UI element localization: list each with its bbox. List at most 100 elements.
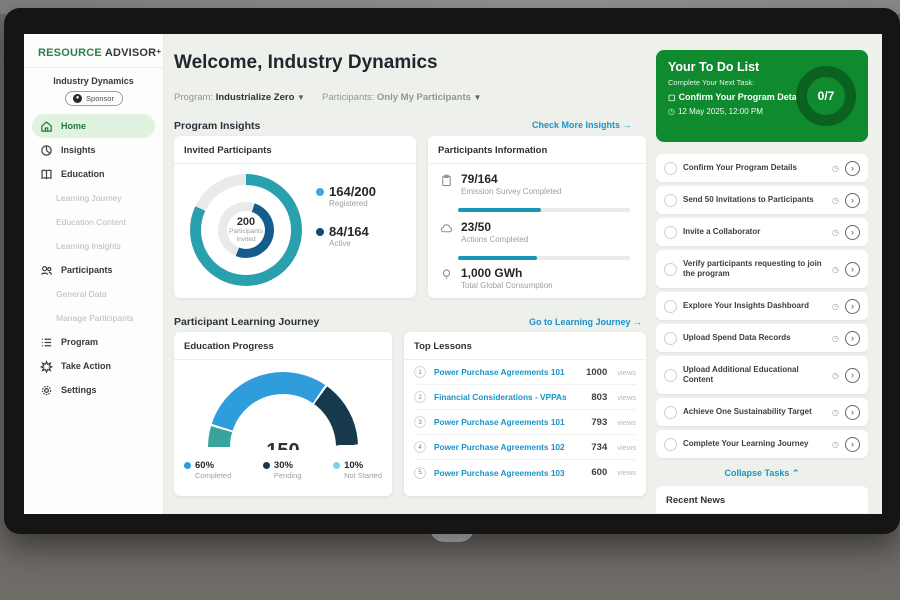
- logo-advisor: ADVISOR: [105, 47, 157, 59]
- chevron-right-icon[interactable]: ›: [845, 437, 860, 452]
- task-checkbox[interactable]: [664, 263, 677, 276]
- rank-badge: 1: [414, 366, 426, 378]
- sponsor-badge-label: Sponsor: [86, 94, 114, 103]
- chevron-right-icon[interactable]: ›: [845, 193, 860, 208]
- gauge-legend: 60% Completed 30% Pending 10% Not Starte…: [184, 460, 382, 480]
- task-item[interactable]: Upload Spend Data Records ◷ ›: [656, 324, 868, 352]
- sidebar-item-manage-participants[interactable]: Manage Participants: [24, 306, 163, 330]
- card-title: Top Lessons: [404, 332, 646, 360]
- task-checkbox[interactable]: [664, 300, 677, 313]
- task-item[interactable]: Explore Your Insights Dashboard ◷ ›: [656, 292, 868, 320]
- invited-donut-chart: 200 Participants Invited: [190, 174, 302, 286]
- list-icon: [40, 336, 53, 349]
- go-to-learning-journey-link[interactable]: Go to Learning Journey →: [529, 317, 642, 327]
- clock-icon: ◷: [832, 196, 839, 205]
- lesson-row[interactable]: 5 Power Purchase Agreements 103 600 view…: [414, 460, 636, 485]
- program-filter[interactable]: Program: Industrialize Zero ▼: [174, 92, 305, 103]
- sidebar-item-label: Settings: [61, 385, 97, 395]
- lesson-row[interactable]: 3 Power Purchase Agreements 101 793 view…: [414, 410, 636, 435]
- section-learning-journey: Participant Learning Journey: [174, 316, 319, 328]
- sidebar-item-settings[interactable]: Settings: [24, 378, 163, 402]
- clock-icon: ◷: [832, 408, 839, 417]
- sidebar-item-participants[interactable]: Participants: [24, 258, 163, 282]
- clock-icon: ◷: [832, 164, 839, 173]
- donut-center-value: 200: [237, 216, 255, 228]
- clock-icon: ◷: [832, 440, 839, 449]
- clock-icon: ◷: [832, 334, 839, 343]
- chevron-right-icon[interactable]: ›: [845, 368, 860, 383]
- actions-progress-bar: [458, 256, 630, 260]
- participants-filter[interactable]: Participants: Only My Participants ▼: [322, 92, 481, 103]
- participants-icon: [40, 264, 53, 277]
- sidebar-item-program[interactable]: Program: [24, 330, 163, 354]
- sidebar-item-label: Home: [61, 121, 86, 131]
- sidebar-item-label: Education Content: [56, 217, 126, 227]
- task-item[interactable]: Confirm Your Program Details ◷ ›: [656, 154, 868, 182]
- donut-center-label: Participants Invited: [221, 228, 271, 245]
- lesson-link[interactable]: Power Purchase Agreements 101: [434, 367, 578, 377]
- lesson-link[interactable]: Power Purchase Agreements 101: [434, 417, 583, 427]
- legend-active: 84/164 Active: [316, 224, 376, 248]
- sidebar-item-general-data[interactable]: General Data: [24, 282, 163, 306]
- task-item[interactable]: Achieve One Sustainability Target ◷ ›: [656, 398, 868, 426]
- check-more-insights-link[interactable]: Check More Insights →: [532, 120, 632, 130]
- chevron-right-icon[interactable]: ›: [845, 225, 860, 240]
- task-item[interactable]: Upload Additional Educational Content ◷ …: [656, 356, 868, 394]
- legend-completed: 60% Completed: [184, 460, 231, 480]
- gear-icon: [40, 384, 53, 397]
- home-icon: [40, 120, 53, 133]
- invited-participants-card: Invited Participants 200 Participants In…: [174, 136, 416, 298]
- sidebar-item-label: Participants: [61, 265, 113, 275]
- sidebar-item-learning-journey[interactable]: Learning Journey: [24, 186, 163, 210]
- legend-dot: [333, 462, 340, 469]
- task-item[interactable]: Verify participants requesting to join t…: [656, 250, 868, 288]
- logo-plus: +: [156, 47, 161, 56]
- bulb-icon: [440, 268, 453, 281]
- task-checkbox[interactable]: [664, 162, 677, 175]
- app-logo: RESOURCE ADVISOR+: [24, 34, 163, 68]
- lesson-link[interactable]: Power Purchase Agreements 102: [434, 442, 583, 452]
- chevron-down-icon: ▼: [297, 93, 305, 102]
- task-checkbox[interactable]: [664, 438, 677, 451]
- sponsor-badge[interactable]: ● Sponsor: [65, 91, 123, 106]
- sidebar-item-take-action[interactable]: Take Action: [24, 354, 163, 378]
- lesson-link[interactable]: Financial Considerations - VPPAs: [434, 392, 583, 402]
- card-title: Invited Participants: [174, 136, 416, 164]
- task-item[interactable]: Send 50 Invitations to Participants ◷ ›: [656, 186, 868, 214]
- chevron-right-icon[interactable]: ›: [845, 161, 860, 176]
- lesson-row[interactable]: 1 Power Purchase Agreements 101 1000 vie…: [414, 360, 636, 385]
- top-lessons-card: Top Lessons 1 Power Purchase Agreements …: [404, 332, 646, 496]
- chevron-right-icon[interactable]: ›: [845, 262, 860, 277]
- lesson-link[interactable]: Power Purchase Agreements 103: [434, 468, 583, 478]
- task-checkbox[interactable]: [664, 406, 677, 419]
- education-progress-card: Education Progress 150 Participants 60% …: [174, 332, 392, 496]
- program-filter-label: Program:: [174, 92, 213, 103]
- sidebar-item-education[interactable]: Education: [24, 162, 163, 186]
- page-title: Welcome, Industry Dynamics: [174, 52, 438, 74]
- task-checkbox[interactable]: [664, 369, 677, 382]
- lesson-row[interactable]: 4 Power Purchase Agreements 102 734 view…: [414, 435, 636, 460]
- legend-dot: [184, 462, 191, 469]
- sidebar-item-label: Insights: [61, 145, 96, 155]
- chevron-right-icon[interactable]: ›: [845, 331, 860, 346]
- sidebar: RESOURCE ADVISOR+ Industry Dynamics ● Sp…: [24, 34, 164, 514]
- sidebar-item-insights[interactable]: Insights: [24, 138, 163, 162]
- chevron-right-icon[interactable]: ›: [845, 405, 860, 420]
- sidebar-item-label: Program: [61, 337, 98, 347]
- task-checkbox[interactable]: [664, 226, 677, 239]
- task-checkbox[interactable]: [664, 194, 677, 207]
- collapse-tasks-link[interactable]: Collapse Tasks ⌃: [656, 462, 868, 481]
- task-checkbox[interactable]: [664, 332, 677, 345]
- task-item[interactable]: Complete Your Learning Journey ◷ ›: [656, 430, 868, 458]
- arrow-right-icon: →: [633, 317, 642, 327]
- sidebar-item-learning-insights[interactable]: Learning Insights: [24, 234, 163, 258]
- task-item[interactable]: Invite a Collaborator ◷ ›: [656, 218, 868, 246]
- lesson-row[interactable]: 2 Financial Considerations - VPPAs 803 v…: [414, 385, 636, 410]
- sidebar-item-education-content[interactable]: Education Content: [24, 210, 163, 234]
- stat-emission-survey: 79/164 Emission Survey Completed: [440, 172, 634, 196]
- chevron-down-icon: ▼: [474, 93, 482, 102]
- sidebar-item-home[interactable]: Home: [32, 114, 155, 138]
- todo-panel: Your To Do List Complete Your Next Task:…: [656, 50, 868, 142]
- chevron-right-icon[interactable]: ›: [845, 299, 860, 314]
- sponsor-badge-icon: ●: [73, 94, 82, 103]
